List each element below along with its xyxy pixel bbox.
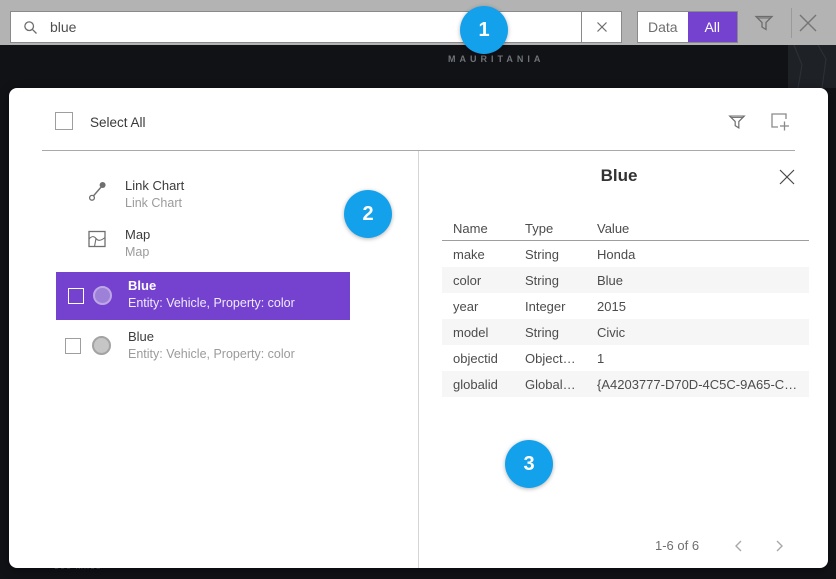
cell-type: Integer xyxy=(525,299,597,314)
cell-type: String xyxy=(525,247,597,262)
table-row: year Integer 2015 xyxy=(442,293,809,319)
cell-name: year xyxy=(442,299,525,314)
app-window: WESTER MAURITANIA 500 Miles Data All xyxy=(0,0,836,579)
cell-value: 1 xyxy=(597,351,809,366)
scope-all-button[interactable]: All xyxy=(688,12,738,42)
list-item-link-chart[interactable]: Link Chart Link Chart xyxy=(88,178,388,210)
toolbar-divider xyxy=(791,8,792,38)
table-row: make String Honda xyxy=(442,241,809,267)
table-row: globalid Global… {A4203777-D70D-4C5C-9A6… xyxy=(442,371,809,397)
column-header-name: Name xyxy=(442,221,525,236)
callout-2: 2 xyxy=(344,190,392,238)
table-row: objectid Object… 1 xyxy=(442,345,809,371)
cell-value: Civic xyxy=(597,325,809,340)
detail-close-icon[interactable] xyxy=(778,168,796,186)
list-item-title: Blue xyxy=(128,278,350,293)
callout-1: 1 xyxy=(460,6,508,54)
list-item-blue[interactable]: Blue Entity: Vehicle, Property: color xyxy=(56,324,356,370)
cell-name: objectid xyxy=(442,351,525,366)
map-background xyxy=(788,45,836,88)
entity-dot-icon xyxy=(93,286,112,305)
cell-name: make xyxy=(442,247,525,262)
next-page-icon[interactable] xyxy=(771,538,787,554)
search-icon xyxy=(23,20,38,35)
table-row: model String Civic xyxy=(442,319,809,345)
scope-data-button[interactable]: Data xyxy=(638,12,688,42)
map-label-mauritania: MAURITANIA xyxy=(448,54,544,64)
detail-title: Blue xyxy=(429,166,809,186)
cell-name: model xyxy=(442,325,525,340)
pagination-label: 1-6 of 6 xyxy=(655,538,699,553)
list-item-blue-selected[interactable]: Blue Entity: Vehicle, Property: color xyxy=(56,272,350,320)
list-item-subtitle: Entity: Vehicle, Property: color xyxy=(128,347,356,361)
previous-page-icon[interactable] xyxy=(731,538,747,554)
list-item-title: Link Chart xyxy=(125,178,388,193)
cell-value: Blue xyxy=(597,273,809,288)
cell-value: 2015 xyxy=(597,299,809,314)
entity-dot-icon xyxy=(92,336,111,355)
cell-type: String xyxy=(525,273,597,288)
search-clear-button[interactable] xyxy=(581,12,621,42)
column-header-value: Value xyxy=(597,221,809,236)
list-item-subtitle: Entity: Vehicle, Property: color xyxy=(128,296,350,310)
new-selection-icon[interactable] xyxy=(769,111,791,132)
list-item-subtitle: Map xyxy=(125,245,387,259)
table-header-row: Name Type Value xyxy=(442,216,809,241)
cell-type: String xyxy=(525,325,597,340)
item-checkbox[interactable] xyxy=(65,338,81,354)
cell-value: {A4203777-D70D-4C5C-9A65-C… xyxy=(597,377,809,392)
search-results-panel: Select All xyxy=(9,88,828,568)
callout-3: 3 xyxy=(505,440,553,488)
results-filter-icon[interactable] xyxy=(727,112,747,132)
list-item-map[interactable]: Map Map xyxy=(87,227,387,259)
cell-type: Global… xyxy=(525,377,597,392)
cell-name: globalid xyxy=(442,377,525,392)
select-all-checkbox[interactable] xyxy=(55,112,73,130)
cell-type: Object… xyxy=(525,351,597,366)
filter-icon[interactable] xyxy=(753,13,775,33)
select-all-label: Select All xyxy=(90,115,146,130)
search-scope-toggle: Data All xyxy=(637,11,738,43)
search-field[interactable] xyxy=(10,11,622,43)
link-chart-icon xyxy=(88,180,108,202)
cell-name: color xyxy=(442,273,525,288)
search-toolbar: Data All xyxy=(0,0,836,45)
cell-value: Honda xyxy=(597,247,809,262)
list-item-title: Map xyxy=(125,227,387,242)
map-icon xyxy=(87,229,107,249)
close-search-icon[interactable] xyxy=(796,11,820,35)
list-detail-divider xyxy=(418,151,419,568)
list-item-title: Blue xyxy=(128,329,356,344)
attribute-table: Name Type Value make String Honda color … xyxy=(442,216,809,397)
table-row: color String Blue xyxy=(442,267,809,293)
pagination: 1-6 of 6 xyxy=(609,536,809,556)
column-header-type: Type xyxy=(525,221,597,236)
item-checkbox[interactable] xyxy=(68,288,84,304)
